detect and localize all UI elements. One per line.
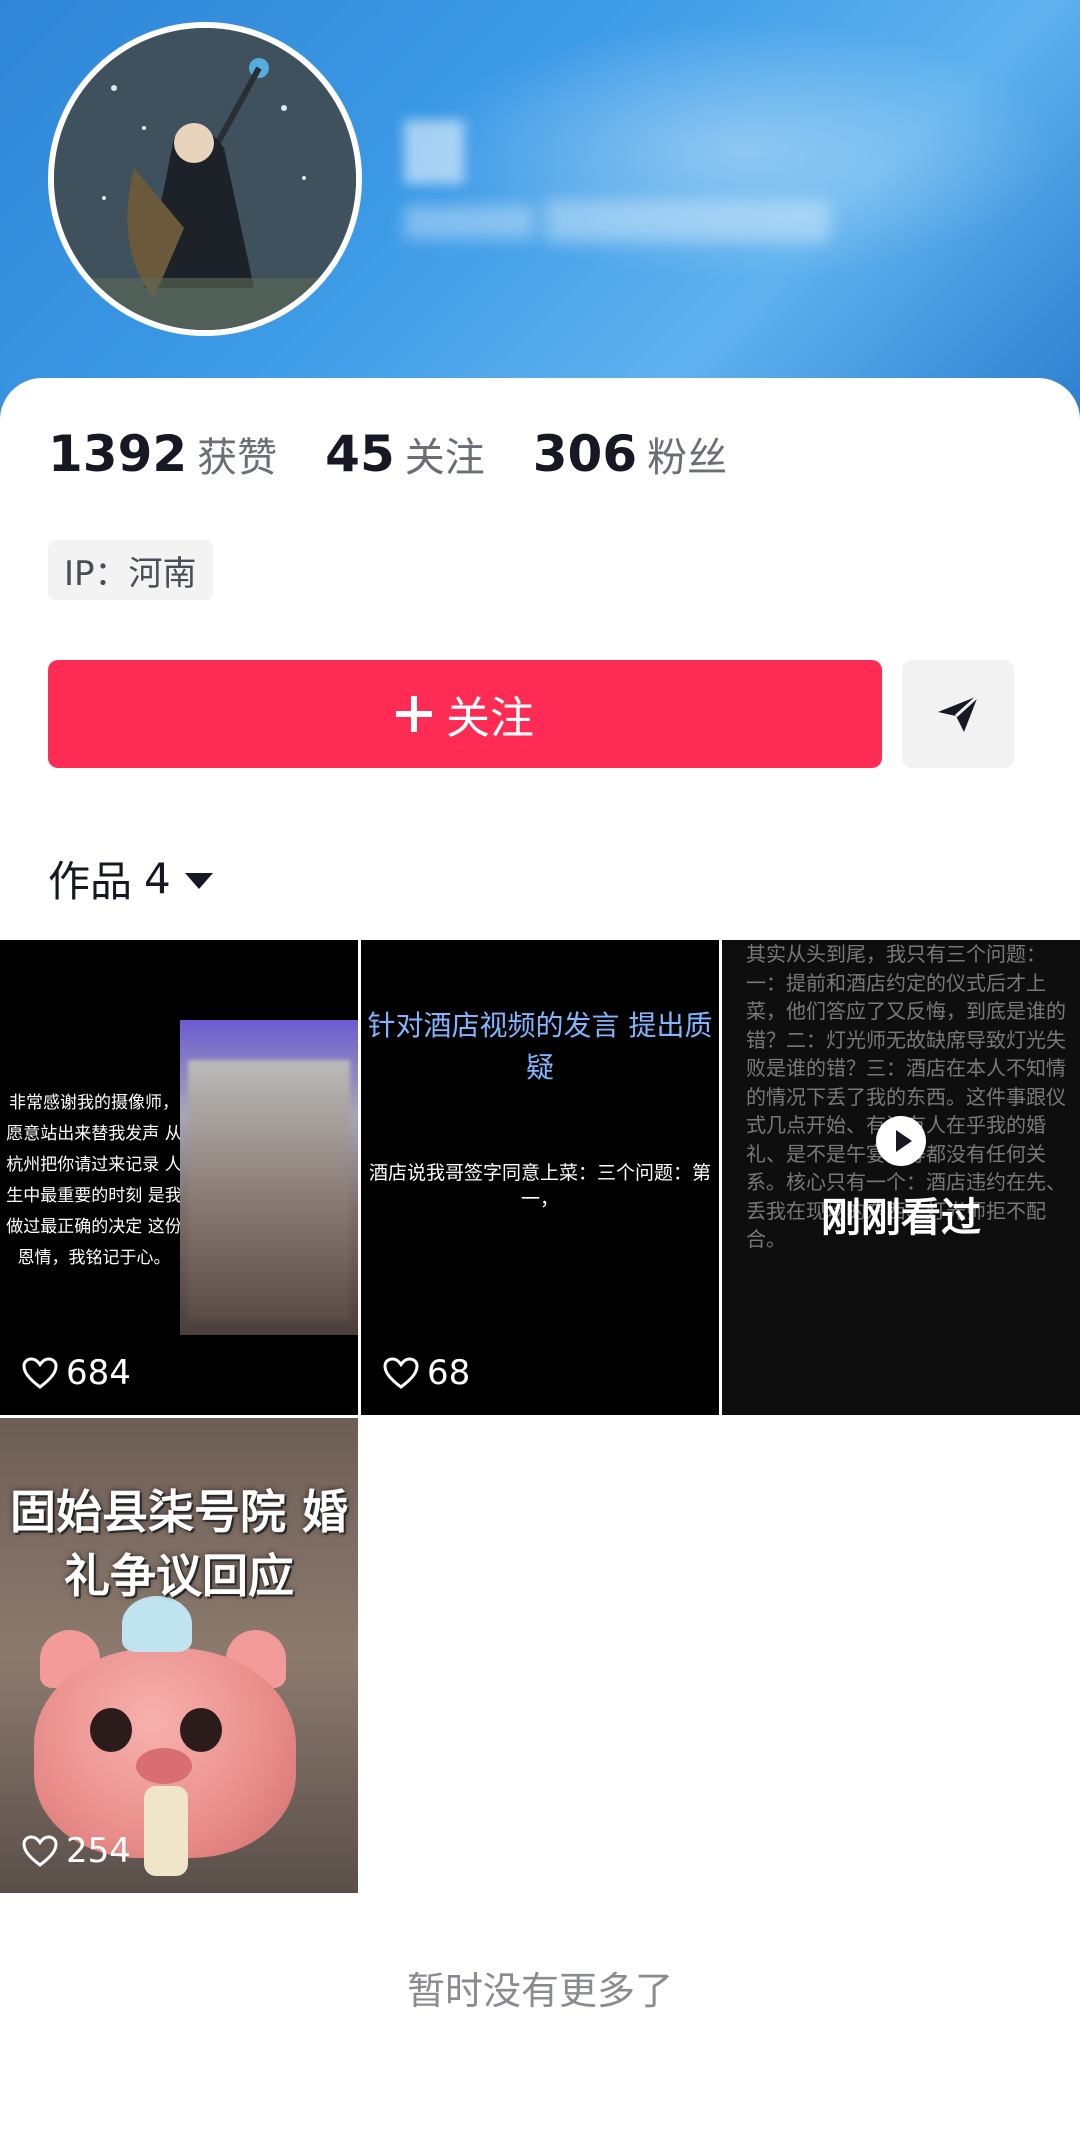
stat-following[interactable]: 45 关注 [325,425,485,483]
send-icon [938,694,980,732]
video-likes: 68 [383,1353,470,1393]
video-overlay-text: 酒店说我哥签字同意上菜：三个问题：第一， [368,1162,711,1210]
stat-followers[interactable]: 306 粉丝 [533,425,727,483]
stat-likes-value: 1392 [48,425,188,483]
video-tile[interactable]: 固始县柒号院 婚礼争议回应 254 [0,1418,358,1893]
video-tile[interactable]: 非常感谢我的摄像师，愿意站出来替我发声 从杭州把你请过来记录 人生中最重要的时刻… [0,940,358,1415]
pig-eye-left [90,1708,132,1752]
profile-stats: 1392 获赞 45 关注 306 粉丝 [48,425,775,483]
heart-icon [22,1357,58,1389]
works-count: 4 [144,854,171,903]
video-likes-count: 68 [427,1353,471,1393]
send-message-button[interactable] [902,660,1014,768]
stat-following-value: 45 [325,425,395,483]
stat-likes-label: 获赞 [197,435,278,481]
video-overlay-title: 针对酒店视频的发言 提出质疑 [367,1009,713,1084]
avatar[interactable] [48,22,362,336]
watched-overlay [722,940,1080,1415]
video-overlay-text: 非常感谢我的摄像师，愿意站出来替我发声 从杭州把你请过来记录 人生中最重要的时刻… [6,1093,182,1268]
video-overlay-title: 固始县柒号院 婚礼争议回应 [9,1485,348,1603]
pig-eye-right [180,1708,222,1752]
caret-down-icon [184,872,213,889]
pig-nose [136,1748,192,1784]
stat-followers-label: 粉丝 [647,435,728,481]
stat-likes[interactable]: 1392 获赞 [48,425,277,483]
video-likes-count: 254 [66,1831,131,1871]
video-tile[interactable]: 针对酒店视频的发言 提出质疑 酒店说我哥签字同意上菜：三个问题：第一， 68 [361,940,719,1415]
heart-icon [22,1835,58,1867]
video-likes-count: 684 [66,1353,131,1393]
user-id-blurred [404,205,534,239]
plus-icon [396,696,432,732]
video-likes: 254 [22,1831,131,1871]
video-tile[interactable]: 其实从头到尾，我只有三个问题：一：提前和酒店约定的仪式后才上菜，他们答应了又反悔… [722,940,1080,1415]
follow-button[interactable]: 关注 [48,660,882,768]
username-blurred [404,120,464,184]
video-thumbnail-inset [180,1020,358,1335]
avatar-illustration [54,28,356,330]
recently-watched-label: 刚刚看过 [821,1195,981,1241]
video-thumbnail-blur [188,1060,350,1320]
works-tab[interactable]: 作品 4 [48,848,213,909]
video-likes: 684 [22,1353,131,1393]
stat-followers-value: 306 [532,425,638,483]
follow-button-label: 关注 [446,693,534,744]
works-tab-label: 作品 [48,857,133,906]
ip-location-tag: IP：河南 [48,540,213,600]
heart-icon [383,1357,419,1389]
play-icon [876,1116,926,1166]
stat-following-label: 关注 [404,435,485,481]
baby-bottle [144,1786,188,1876]
no-more-content-text: 暂时没有更多了 [406,1969,673,2013]
user-meta-blurred [545,200,830,242]
